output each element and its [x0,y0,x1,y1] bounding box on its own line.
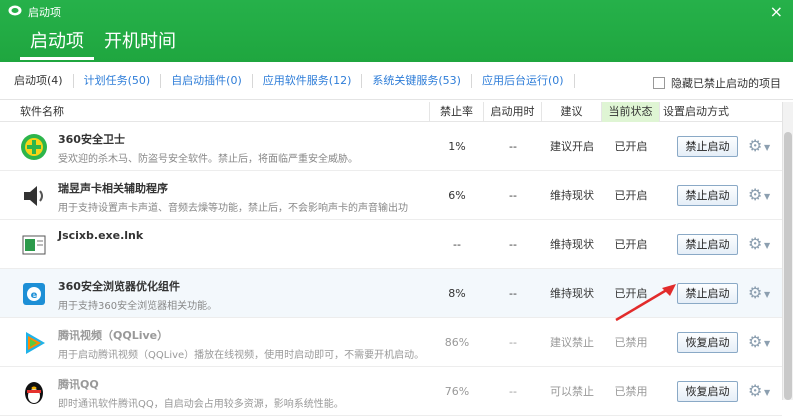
svg-text:e: e [31,290,38,301]
speaker-icon [24,186,43,206]
ban-rate: 86% [444,336,470,349]
gear-icon[interactable]: ⚙ [748,236,762,252]
hide-disabled-checkbox[interactable] [653,77,665,89]
table-row[interactable]: Jscixb.exe.lnk -- -- 维持现状 已开启 禁止启动 ⚙ ▼ [0,220,782,269]
col-ban-rate[interactable]: 禁止率 [430,102,484,122]
advice: 建议开启 [550,140,594,153]
chevron-down-icon[interactable]: ▼ [764,339,770,348]
boot-time: -- [509,140,517,153]
status: 已开启 [614,287,648,300]
scrollbar-thumb[interactable] [784,132,792,400]
close-icon[interactable]: × [770,2,783,21]
ban-rate: 8% [448,287,466,300]
tab-startup[interactable]: 启动项 [20,28,94,60]
ban-rate: 76% [444,385,470,398]
window-title: 启动项 [28,6,61,19]
disable-startup-button[interactable]: 禁止启动 [677,283,738,304]
hide-disabled-option[interactable]: 隐藏已禁止启动的项目 [653,75,781,91]
filter-background-apps[interactable]: 应用后台运行(0) [472,73,575,88]
filter-startup[interactable]: 启动项(4) [0,73,74,88]
col-setting: 设置启动方式 [663,105,729,118]
col-boot-time[interactable]: 启动用时 [484,102,542,122]
filter-bar: 启动项(4) 计划任务(50) 自启动插件(0) 应用软件服务(12) 系统关键… [0,62,793,100]
hide-disabled-label: 隐藏已禁止启动的项目 [671,77,781,90]
main-tabs: 启动项 开机时间 [20,28,186,60]
browser-icon: e [23,283,45,305]
chevron-down-icon[interactable]: ▼ [764,192,770,201]
status: 已开启 [614,140,648,153]
disable-startup-button[interactable]: 禁止启动 [677,234,738,255]
table-row[interactable]: 腾讯QQ 即时通讯软件腾讯QQ，自启动会占用较多资源，影响系统性能。 76% -… [0,367,782,416]
col-status[interactable]: 当前状态 [602,102,660,122]
disable-startup-button[interactable]: 禁止启动 [677,136,738,157]
status: 已禁用 [614,336,648,349]
chevron-down-icon[interactable]: ▼ [764,241,770,250]
table-row[interactable]: e 360安全浏览器优化组件 用于支持360安全浏览器相关功能。 8% -- 维… [0,269,782,318]
chevron-down-icon[interactable]: ▼ [764,388,770,397]
col-name[interactable]: 软件名称 [0,102,430,122]
advice: 维持现状 [550,189,594,202]
boot-time: -- [509,287,517,300]
scrollbar[interactable] [782,102,793,400]
tab-boot-time[interactable]: 开机时间 [94,28,186,60]
chevron-down-icon[interactable]: ▼ [764,143,770,152]
filter-scheduled-tasks[interactable]: 计划任务(50) [74,73,162,88]
status: 已开启 [614,189,648,202]
chevron-down-icon[interactable]: ▼ [764,290,770,299]
boot-time: -- [509,336,517,349]
boot-time: -- [509,238,517,251]
boot-time: -- [509,189,517,202]
item-desc: 用于支持设置声卡声道、音频去燥等功能，禁止后，不会影响声卡的声音输出功 [58,203,408,214]
status: 已禁用 [614,385,648,398]
item-name: 瑞昱声卡相关辅助程序 [58,182,168,195]
advice: 维持现状 [550,238,594,251]
filter-plugins[interactable]: 自启动插件(0) [161,73,253,88]
ban-rate: 1% [448,140,466,153]
restore-startup-button[interactable]: 恢复启动 [677,381,738,402]
app-logo-icon [8,5,22,16]
advice: 可以禁止 [550,385,594,398]
item-name: Jscixb.exe.lnk [58,229,144,242]
shortcut-window-icon [22,235,46,255]
item-desc: 受欢迎的杀木马、防盗号安全软件。禁止后，将面临严重安全威胁。 [58,154,358,165]
col-advice[interactable]: 建议 [542,102,602,122]
gear-icon[interactable]: ⚙ [748,285,762,301]
table-row[interactable]: 360安全卫士 受欢迎的杀木马、防盗号安全软件。禁止后，将面临严重安全威胁。 1… [0,122,782,171]
boot-time: -- [509,385,517,398]
title-bar: 启动项 × 启动项 开机时间 [0,0,793,62]
gear-icon[interactable]: ⚙ [748,383,762,399]
table-row[interactable]: 腾讯视频（QQLive） 用于启动腾讯视频（QQLive）播放在线视频，使用时启… [0,318,782,367]
qq-penguin-icon [25,382,43,404]
ban-rate: 6% [448,189,466,202]
item-desc: 即时通讯软件腾讯QQ，自启动会占用较多资源，影响系统性能。 [58,399,344,410]
360-shield-icon [21,134,47,160]
item-desc: 用于支持360安全浏览器相关功能。 [58,301,218,312]
gear-icon[interactable]: ⚙ [748,138,762,154]
status: 已开启 [614,238,648,251]
table-header: 软件名称 禁止率 启动用时 建议 当前状态 设置启动方式 [0,102,782,122]
item-name: 腾讯QQ [58,378,99,391]
filter-app-services[interactable]: 应用软件服务(12) [253,73,363,88]
table-row[interactable]: 瑞昱声卡相关辅助程序 用于支持设置声卡声道、音频去燥等功能，禁止后，不会影响声卡… [0,171,782,220]
filter-system-services[interactable]: 系统关键服务(53) [362,73,472,88]
startup-list: 360安全卫士 受欢迎的杀木马、防盗号安全软件。禁止后，将面临严重安全威胁。 1… [0,122,782,416]
item-desc: 用于启动腾讯视频（QQLive）播放在线视频，使用时启动即可，不需要开机启动。 [58,350,425,361]
item-name: 360安全卫士 [58,133,125,146]
advice: 建议禁止 [550,336,594,349]
item-name: 腾讯视频（QQLive） [58,329,169,342]
item-name: 360安全浏览器优化组件 [58,280,180,293]
ban-rate: -- [453,238,461,251]
gear-icon[interactable]: ⚙ [748,187,762,203]
tencent-video-icon [26,332,45,354]
advice: 维持现状 [550,287,594,300]
gear-icon[interactable]: ⚙ [748,334,762,350]
restore-startup-button[interactable]: 恢复启动 [677,332,738,353]
disable-startup-button[interactable]: 禁止启动 [677,185,738,206]
